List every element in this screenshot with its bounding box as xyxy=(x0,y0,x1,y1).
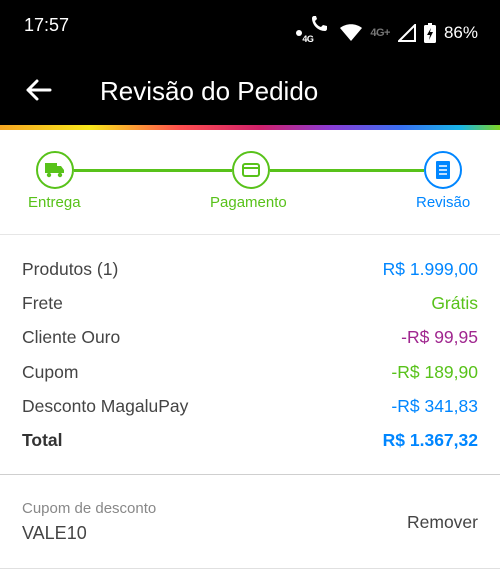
checkout-stepper: Entrega Pagamento Revisão xyxy=(0,130,500,234)
summary-value: R$ 1.999,00 xyxy=(382,258,478,279)
coupon-code: VALE10 xyxy=(22,523,87,543)
truck-icon xyxy=(45,163,64,178)
arrow-left-icon[interactable] xyxy=(24,76,52,104)
net-active-label: 4G xyxy=(302,34,314,44)
step-label-entrega: Entrega xyxy=(28,194,81,211)
summary-row-cupom: Cupom -R$ 189,90 xyxy=(22,355,478,389)
status-icons: 4G 4G+ 86% xyxy=(296,13,478,53)
summary-value: -R$ 189,90 xyxy=(391,361,478,382)
wifi-icon xyxy=(340,24,363,42)
status-time: 17:57 xyxy=(24,15,70,35)
summary-label: Frete xyxy=(22,292,63,313)
receipt-icon xyxy=(436,161,450,179)
coupon-caption: Cupom de desconto xyxy=(22,500,157,517)
order-summary: Produtos (1) R$ 1.999,00 Frete Grátis Cl… xyxy=(0,235,500,475)
battery-level: 86% xyxy=(443,23,478,42)
summary-row-magalupay: Desconto MagaluPay -R$ 341,83 xyxy=(22,389,478,423)
step-revisao[interactable] xyxy=(424,151,462,189)
app-bar: Revisão do Pedido xyxy=(0,52,500,125)
step-label-revisao: Revisão xyxy=(416,194,471,211)
summary-value: Grátis xyxy=(431,292,478,313)
signal-icon xyxy=(397,24,416,42)
credit-card-icon xyxy=(242,163,260,177)
step-entrega[interactable] xyxy=(36,151,74,189)
summary-row-cliente-ouro: Cliente Ouro -R$ 99,95 xyxy=(22,320,478,354)
step-label-pagamento: Pagamento xyxy=(210,194,287,211)
summary-value: -R$ 341,83 xyxy=(391,395,478,416)
stepper-line-1 xyxy=(74,169,232,172)
summary-row-total: Total R$ 1.367,32 xyxy=(22,423,478,457)
summary-label: Desconto MagaluPay xyxy=(22,395,189,416)
total-value: R$ 1.367,32 xyxy=(382,429,478,450)
summary-row-produtos: Produtos (1) R$ 1.999,00 xyxy=(22,252,478,286)
summary-label: Cupom xyxy=(22,361,79,382)
summary-value: -R$ 99,95 xyxy=(401,326,478,347)
wifi-call-icon: 4G xyxy=(302,13,332,53)
total-label: Total xyxy=(22,429,63,450)
page-title: Revisão do Pedido xyxy=(100,76,319,106)
step-pagamento[interactable] xyxy=(232,151,270,189)
battery-charging-icon xyxy=(423,23,436,43)
net-secondary-label: 4G+ xyxy=(370,27,390,39)
coupon-section: Cupom de desconto VALE10 Remover xyxy=(0,476,500,569)
remove-coupon-button[interactable]: Remover xyxy=(407,512,478,533)
summary-row-frete: Frete Grátis xyxy=(22,286,478,320)
summary-label: Produtos (1) xyxy=(22,258,119,279)
stepper-line-2 xyxy=(270,169,424,172)
status-bar: 17:57 4G 4G+ 86% xyxy=(0,0,500,52)
summary-label: Cliente Ouro xyxy=(22,326,121,347)
